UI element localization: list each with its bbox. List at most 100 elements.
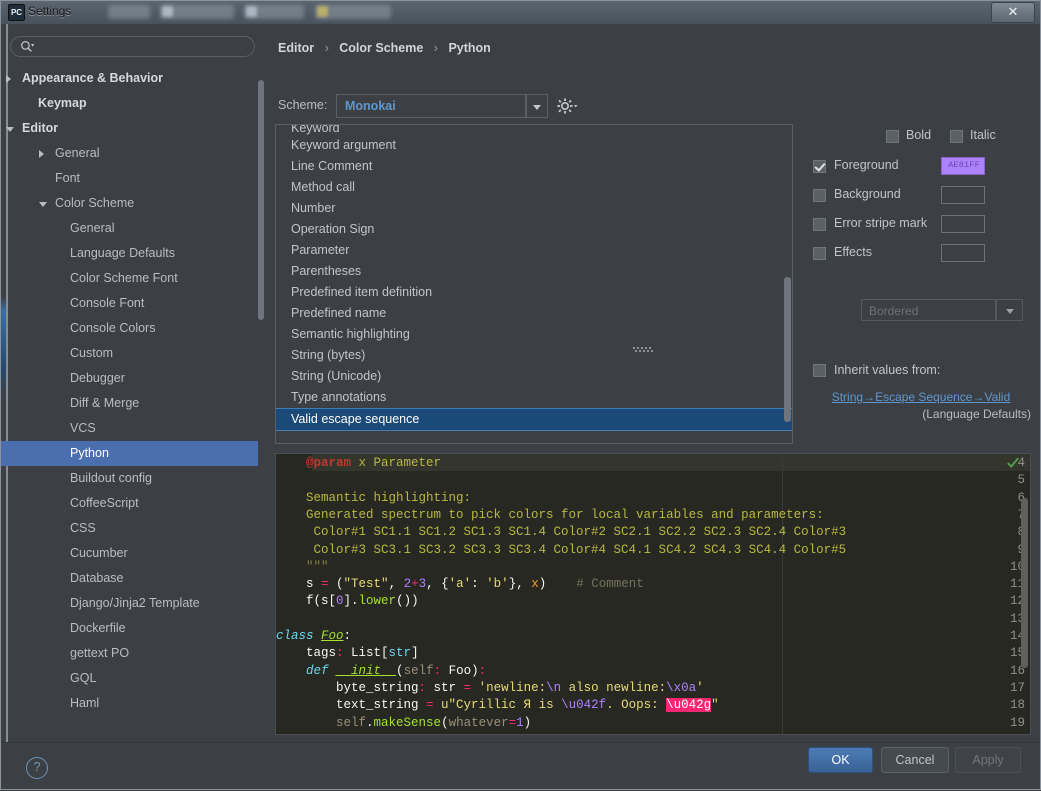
sidebar-item-font[interactable]: Font [0, 166, 258, 191]
attribute-list-item[interactable]: Type annotations [276, 387, 792, 408]
sidebar-scrollbar[interactable] [258, 80, 264, 320]
code-line[interactable]: byte_string: str = 'newline:\n also newl… [276, 681, 704, 695]
attribute-list-item[interactable]: Valid escape sequence [276, 408, 792, 431]
green-check-icon[interactable] [1006, 457, 1020, 469]
effect-type-select[interactable]: Bordered [861, 299, 996, 321]
attribute-list-item[interactable]: Line Comment [276, 156, 792, 177]
code-line[interactable]: f(s[0].lower()) [276, 594, 419, 608]
sidebar-item-buildout-config[interactable]: Buildout config [0, 466, 258, 491]
sidebar-item-keymap[interactable]: Keymap [0, 91, 258, 116]
gear-icon[interactable] [556, 97, 578, 115]
effects-color-swatch[interactable] [941, 244, 985, 262]
attribute-list-item[interactable]: Method call [276, 177, 792, 198]
sidebar-item-css[interactable]: CSS [0, 516, 258, 541]
sidebar-item-label: GQL [70, 671, 97, 685]
breadcrumb-item-color-scheme[interactable]: Color Scheme [339, 41, 423, 55]
preview-scrollbar[interactable] [1021, 498, 1028, 668]
sidebar-item-gettext-po[interactable]: gettext PO [0, 641, 258, 666]
foreground-color-swatch[interactable]: AE81FF [941, 157, 985, 175]
breadcrumb-item-python[interactable]: Python [448, 41, 490, 55]
background-color-swatch[interactable] [941, 186, 985, 204]
code-line[interactable]: Color#3 SC3.1 SC3.2 SC3.3 SC3.4 Color#4 … [276, 543, 847, 557]
code-token: x Parameter [351, 456, 442, 470]
sidebar-item-diff-merge[interactable]: Diff & Merge [0, 391, 258, 416]
splitter-handle[interactable] [633, 347, 655, 353]
inherit-values-checkbox[interactable] [813, 364, 826, 377]
code-line[interactable]: """ [276, 560, 329, 574]
code-line[interactable]: tags: List[str] [276, 646, 419, 660]
code-token: lower [358, 594, 397, 609]
code-preview[interactable]: 4 @param x Parameter56 Semantic highligh… [275, 453, 1031, 735]
sidebar-item-label: Color Scheme [55, 196, 135, 210]
sidebar-item-general[interactable]: General [0, 216, 258, 241]
code-line[interactable]: text_string = u"Cyrillic Я is \u042f. Oo… [276, 698, 719, 713]
help-button[interactable]: ? [26, 757, 48, 779]
sidebar-item-dockerfile[interactable]: Dockerfile [0, 616, 258, 641]
sidebar-item-database[interactable]: Database [0, 566, 258, 591]
attribute-list-item[interactable]: Parameter [276, 240, 792, 261]
sidebar-item-appearance-behavior[interactable]: Appearance & Behavior [0, 66, 258, 91]
code-line[interactable]: self.makeSense(whatever=1) [276, 716, 531, 730]
code-line[interactable]: Generated spectrum to pick colors for lo… [276, 508, 824, 522]
attribute-list-item[interactable]: Number [276, 198, 792, 219]
sidebar-item-python[interactable]: Python [0, 441, 258, 466]
sidebar-item-cucumber[interactable]: Cucumber [0, 541, 258, 566]
code-line[interactable]: Color#1 SC1.1 SC1.2 SC1.3 SC1.4 Color#2 … [276, 525, 847, 539]
attribute-list-scrollbar[interactable] [784, 277, 791, 422]
effects-checkbox[interactable] [813, 247, 826, 260]
sidebar-item-color-scheme[interactable]: Color Scheme [0, 191, 258, 216]
chevron-right-icon[interactable] [6, 75, 11, 83]
sidebar-item-debugger[interactable]: Debugger [0, 366, 258, 391]
search-input[interactable] [10, 36, 255, 57]
sidebar-item-label: Language Defaults [70, 246, 175, 260]
sidebar-item-coffeescript[interactable]: CoffeeScript [0, 491, 258, 516]
sidebar-item-vcs[interactable]: VCS [0, 416, 258, 441]
chevron-down-icon[interactable] [6, 127, 14, 132]
attribute-list-item[interactable]: Operation Sign [276, 219, 792, 240]
attribute-list-item[interactable]: String (bytes) [276, 345, 792, 366]
bold-checkbox[interactable] [886, 130, 899, 143]
effect-type-dropdown-arrow[interactable] [996, 299, 1023, 321]
inherit-source-link[interactable]: String→Escape Sequence→Valid [811, 390, 1031, 404]
scheme-dropdown-arrow[interactable] [526, 94, 548, 118]
sidebar-item-gql[interactable]: GQL [0, 666, 258, 691]
sidebar-item-general[interactable]: General [0, 141, 258, 166]
sidebar-item-django-jinja2-template[interactable]: Django/Jinja2 Template [0, 591, 258, 616]
sidebar-item-editor[interactable]: Editor [0, 116, 258, 141]
code-token: u"Cyrillic Я is [433, 698, 562, 713]
code-line[interactable]: Semantic highlighting: [276, 491, 471, 505]
background-checkbox[interactable] [813, 189, 826, 202]
error-stripe-checkbox[interactable] [813, 218, 826, 231]
attribute-list-item[interactable]: Keyword [276, 125, 792, 135]
code-line[interactable]: def __init__(self: Foo): [276, 664, 486, 678]
inherit-values-label: Inherit values from: [834, 363, 941, 377]
breadcrumb-item-editor[interactable]: Editor [278, 41, 314, 55]
cancel-button[interactable]: Cancel [881, 747, 949, 773]
foreground-checkbox[interactable] [813, 160, 826, 173]
scheme-combobox[interactable]: Monokai [336, 94, 526, 118]
chevron-right-icon[interactable] [39, 150, 44, 158]
code-line[interactable]: class Foo: [276, 629, 351, 643]
attribute-list-item[interactable]: Keyword argument [276, 135, 792, 156]
code-line[interactable]: @param x Parameter [276, 456, 441, 470]
code-line[interactable]: s = ("Test", 2+3, {'a': 'b'}, x) # Comme… [276, 577, 644, 591]
color-attribute-list[interactable]: Keyword Keyword argument Line Comment Metho… [275, 124, 793, 444]
attribute-list-item[interactable]: String (Unicode) [276, 366, 792, 387]
error-stripe-color-swatch[interactable] [941, 215, 985, 233]
sidebar-item-haml[interactable]: Haml [0, 691, 258, 716]
sidebar-item-custom[interactable]: Custom [0, 341, 258, 366]
attribute-list-item[interactable]: Predefined name [276, 303, 792, 324]
ok-button[interactable]: OK [808, 747, 873, 773]
settings-tree[interactable]: Appearance & Behavior Keymap Editor General… [0, 66, 258, 742]
chevron-down-icon[interactable] [39, 202, 47, 207]
close-icon[interactable]: ✕ [991, 2, 1035, 23]
sidebar-item-language-defaults[interactable]: Language Defaults [0, 241, 258, 266]
attribute-list-item[interactable]: Semantic highlighting [276, 324, 792, 345]
attribute-list-item[interactable]: Parentheses [276, 261, 792, 282]
apply-button[interactable]: Apply [955, 747, 1021, 773]
sidebar-item-console-font[interactable]: Console Font [0, 291, 258, 316]
attribute-list-item[interactable]: Predefined item definition [276, 282, 792, 303]
italic-checkbox[interactable] [950, 130, 963, 143]
sidebar-item-color-scheme-font[interactable]: Color Scheme Font [0, 266, 258, 291]
sidebar-item-console-colors[interactable]: Console Colors [0, 316, 258, 341]
